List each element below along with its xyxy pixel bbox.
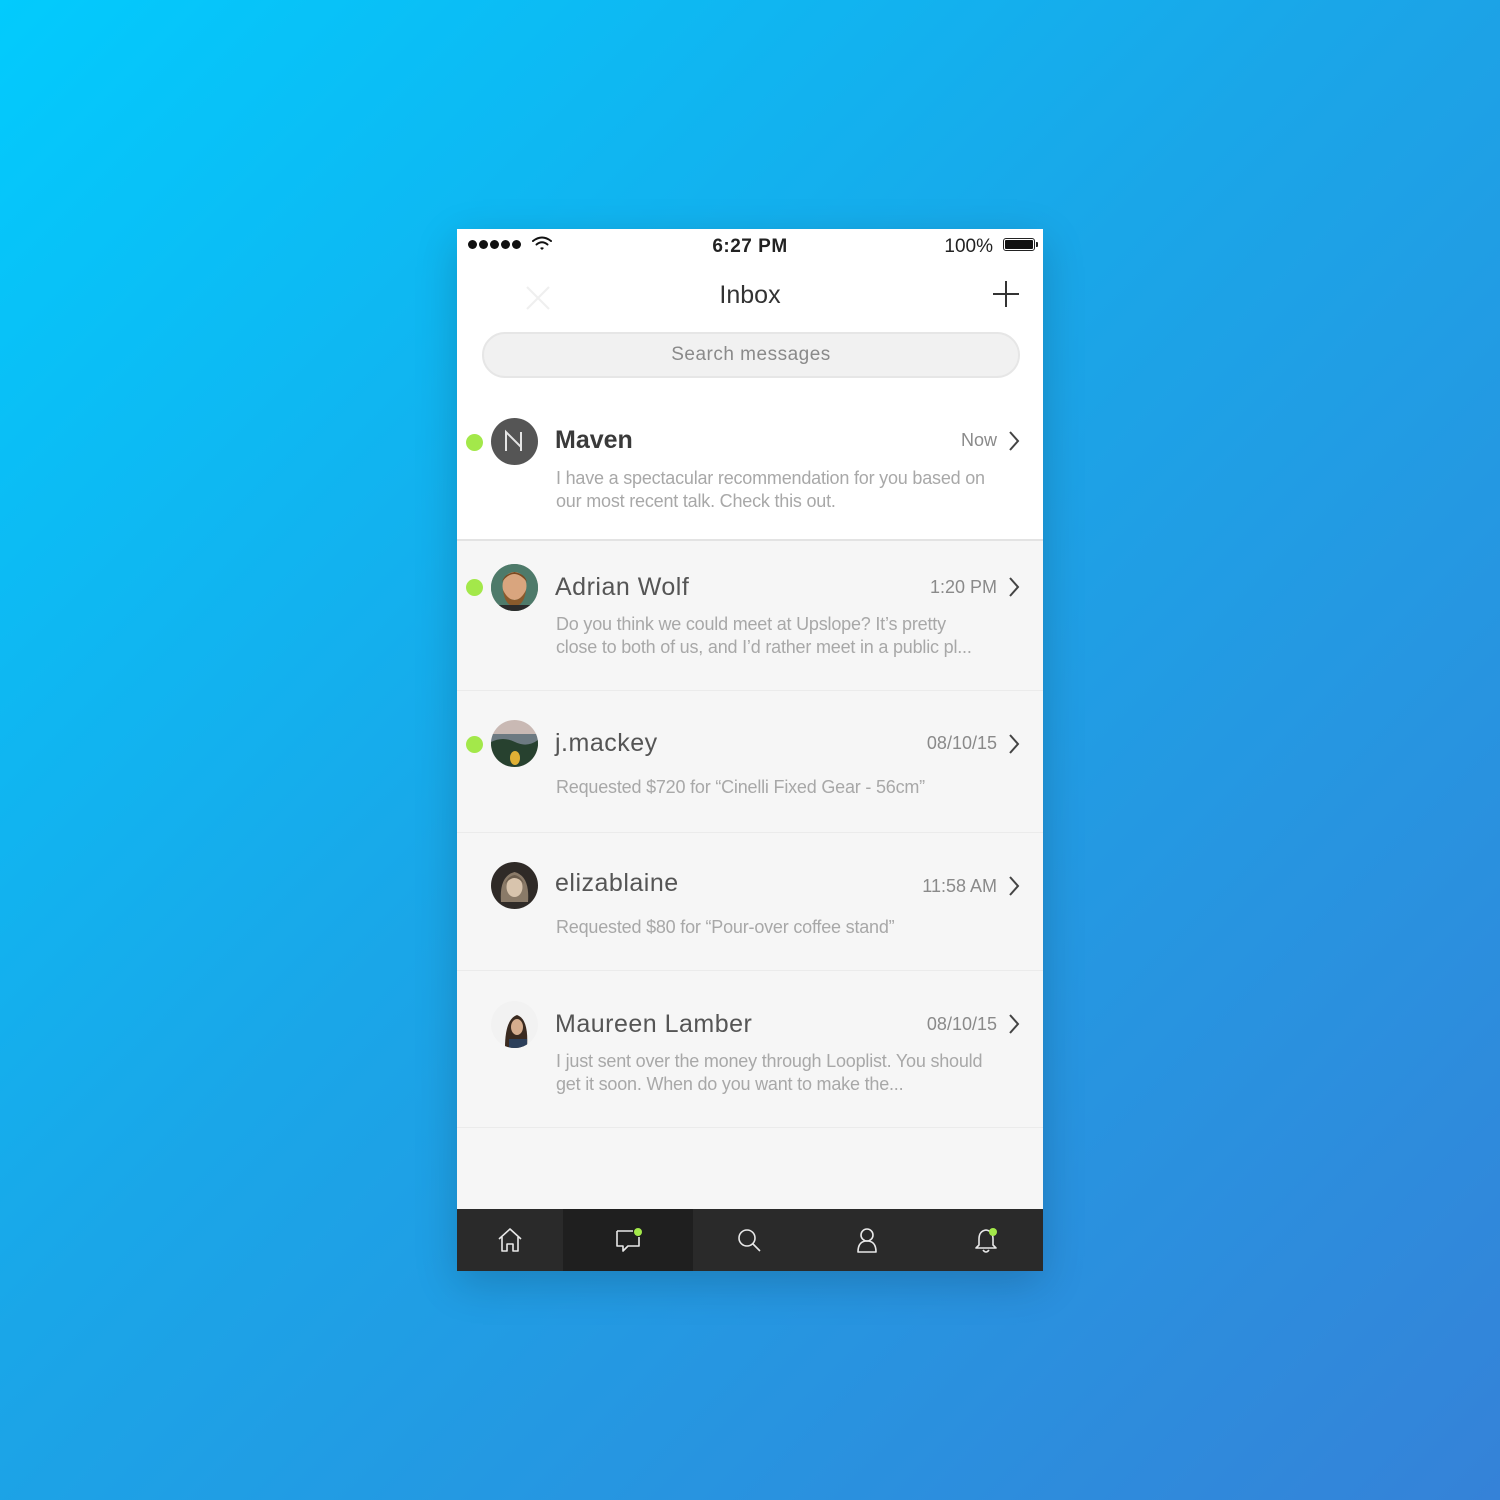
- tab-search[interactable]: [693, 1209, 805, 1271]
- avatar: [491, 1001, 538, 1048]
- message-preview: Requested $720 for “Cinelli Fixed Gear -…: [556, 777, 925, 797]
- avatar: [491, 564, 538, 611]
- battery-icon: [1003, 238, 1038, 251]
- tab-profile[interactable]: [805, 1209, 929, 1271]
- battery-percentage: 100%: [944, 236, 993, 257]
- chevron-right-icon: [1009, 431, 1020, 451]
- contact-name: Maven: [555, 426, 633, 454]
- conversation-row[interactable]: j.mackey 08/10/15 Requested $720 for “Ci…: [457, 691, 1043, 833]
- message-preview: I have a spectacular recommendation for …: [556, 468, 985, 511]
- contact-name: Adrian Wolf: [555, 573, 690, 601]
- contact-name: elizablaine: [555, 869, 679, 897]
- status-bar: 6:27 PM 100%: [457, 229, 1043, 265]
- search-area: [457, 329, 1043, 399]
- notification-badge: [989, 1228, 997, 1236]
- conversation-row[interactable]: Maven Now I have a spectacular recommend…: [457, 399, 1043, 541]
- page-title: Inbox: [719, 281, 781, 309]
- conversation-row[interactable]: Adrian Wolf 1:20 PM Do you think we coul…: [457, 541, 1043, 691]
- maven-logo-icon: [505, 429, 522, 451]
- search-input[interactable]: [482, 332, 1020, 378]
- navigation-bar: Inbox: [457, 265, 1043, 329]
- avatar: [491, 720, 538, 767]
- avatar: [491, 418, 538, 465]
- contact-name: Maureen Lamber: [555, 1010, 753, 1038]
- avatar: [491, 862, 538, 909]
- tab-messages[interactable]: [563, 1209, 693, 1271]
- search-icon: [738, 1229, 761, 1252]
- message-time: 08/10/15: [926, 733, 997, 753]
- tab-home[interactable]: [457, 1209, 563, 1271]
- online-indicator: [466, 434, 483, 451]
- tab-notifications[interactable]: [929, 1209, 1043, 1271]
- chevron-right-icon: [1009, 734, 1020, 754]
- message-time: 11:58 AM: [922, 876, 997, 896]
- home-icon: [498, 1228, 522, 1252]
- message-preview: I just sent over the money through Loopl…: [556, 1051, 983, 1094]
- plus-icon[interactable]: [991, 279, 1021, 309]
- message-time: Now: [960, 430, 997, 450]
- message-time: 08/10/15: [926, 1014, 997, 1034]
- contact-name: j.mackey: [555, 729, 658, 757]
- notification-badge: [634, 1228, 642, 1236]
- online-indicator: [466, 579, 483, 596]
- conversation-row[interactable]: Maureen Lamber 08/10/15 I just sent over…: [457, 971, 1043, 1128]
- phone-screen: 6:27 PM 100% Inbox Maven Now I have a: [457, 229, 1043, 1271]
- chevron-right-icon: [1009, 577, 1020, 597]
- online-indicator: [466, 736, 483, 753]
- chevron-right-icon: [1009, 876, 1020, 896]
- chevron-right-icon: [1009, 1014, 1020, 1034]
- profile-icon: [857, 1228, 877, 1253]
- conversation-row[interactable]: elizablaine 11:58 AM Requested $80 for “…: [457, 833, 1043, 971]
- message-preview: Do you think we could meet at Upslope? I…: [556, 614, 972, 657]
- message-preview: Requested $80 for “Pour-over coffee stan…: [556, 917, 895, 937]
- message-time: 1:20 PM: [929, 577, 997, 597]
- tab-bar: [457, 1209, 1043, 1271]
